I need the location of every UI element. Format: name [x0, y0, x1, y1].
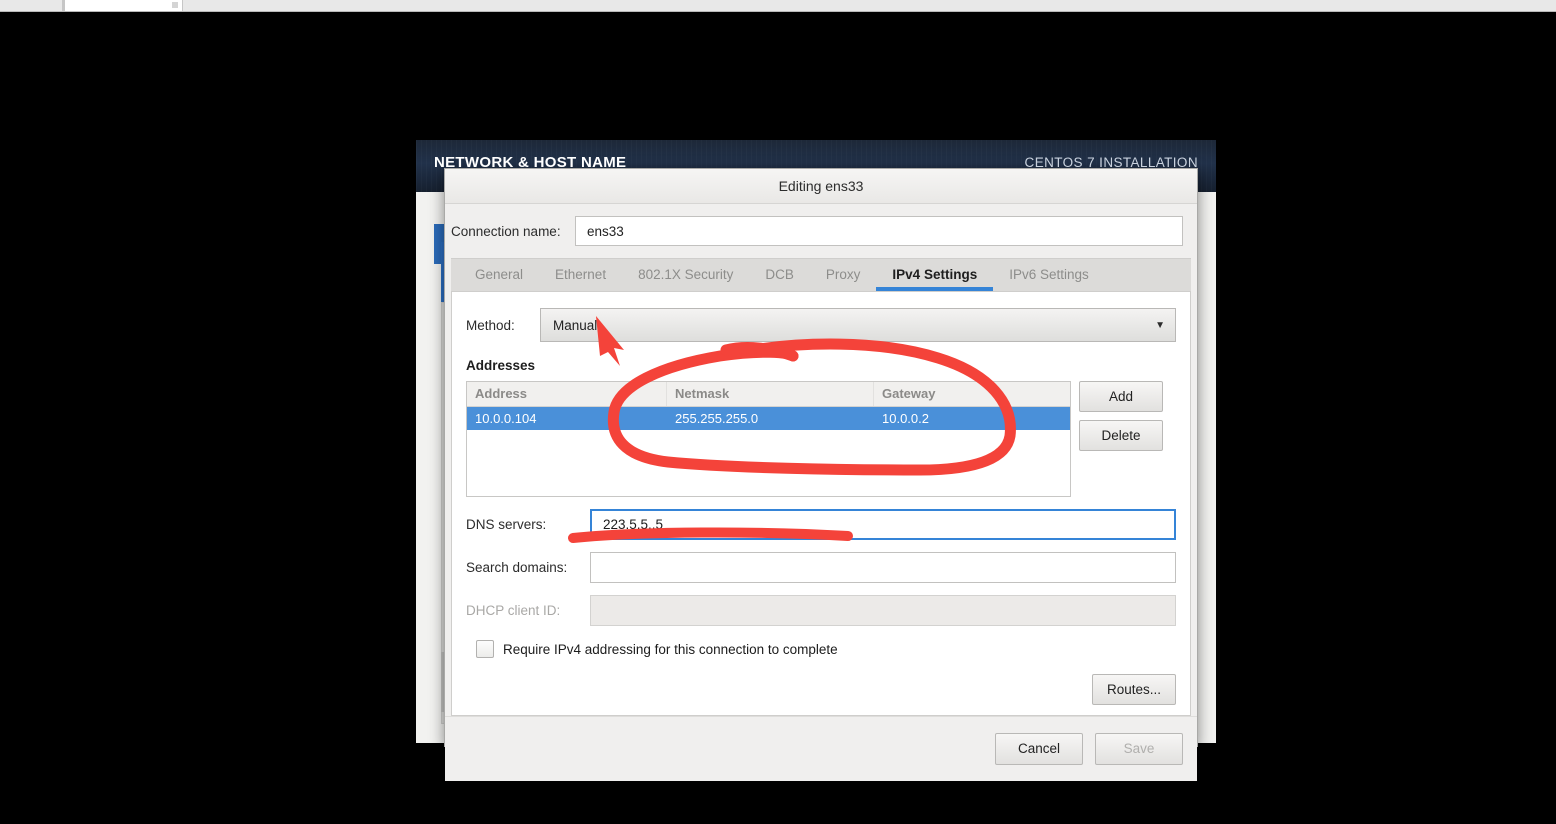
addresses-table[interactable]: Address Netmask Gateway 10.0.0.104 255.2… [466, 381, 1071, 497]
dns-servers-input[interactable]: 223.5.5..5 [590, 509, 1176, 540]
dns-servers-row: DNS servers: 223.5.5..5 [466, 509, 1176, 540]
addresses-area: Address Netmask Gateway 10.0.0.104 255.2… [466, 381, 1176, 497]
dialog-footer: Cancel Save [445, 716, 1197, 781]
search-domains-label: Search domains: [466, 560, 568, 575]
addresses-buttons: Add Delete [1079, 381, 1163, 451]
screen-root: NETWORK & HOST NAME CENTOS 7 INSTALLATIO… [0, 0, 1556, 824]
method-combobox[interactable]: Manual ▼ [540, 308, 1176, 342]
delete-address-button[interactable]: Delete [1079, 420, 1163, 451]
cell-gateway: 10.0.0.2 [882, 411, 929, 426]
column-header-netmask[interactable]: Netmask [667, 382, 874, 406]
tab-ipv4-settings[interactable]: IPv4 Settings [876, 258, 993, 291]
method-row: Method: Manual ▼ [466, 308, 1176, 342]
tab-dcb[interactable]: DCB [749, 258, 810, 291]
page-title: NETWORK & HOST NAME [434, 154, 627, 171]
column-header-gateway[interactable]: Gateway [874, 382, 1070, 406]
require-ipv4-checkbox[interactable] [476, 640, 494, 658]
tab-ipv6-settings[interactable]: IPv6 Settings [993, 258, 1105, 291]
dns-servers-label: DNS servers: [466, 517, 547, 532]
add-address-button[interactable]: Add [1079, 381, 1163, 412]
search-domains-row: Search domains: [466, 552, 1176, 583]
product-banner: CENTOS 7 INSTALLATION [1024, 155, 1198, 170]
top-strip-tab-indicator-icon [172, 2, 178, 8]
dialog-titlebar: Editing ens33 [445, 169, 1197, 204]
top-window-strip [0, 0, 1556, 12]
connection-name-input[interactable]: ens33 [575, 216, 1183, 246]
cell-address: 10.0.0.104 [475, 411, 537, 426]
chevron-down-icon: ▼ [1155, 319, 1165, 331]
ipv4-settings-panel: Method: Manual ▼ Addresses Address Netma… [451, 292, 1191, 716]
addresses-table-header: Address Netmask Gateway [467, 382, 1070, 407]
table-row[interactable]: 10.0.0.104 255.255.255.0 10.0.0.2 [467, 407, 1070, 430]
method-combo-value: Manual [553, 317, 598, 333]
settings-tabbar: General Ethernet 802.1X Security DCB Pro… [451, 258, 1191, 292]
require-ipv4-label: Require IPv4 addressing for this connect… [503, 641, 838, 657]
method-label: Method: [466, 317, 515, 333]
tab-802-1x-security[interactable]: 802.1X Security [622, 258, 749, 291]
routes-button[interactable]: Routes... [1092, 674, 1176, 705]
cancel-button[interactable]: Cancel [995, 733, 1083, 765]
edit-connection-dialog: Editing ens33 Connection name: ens33 Gen… [444, 168, 1198, 781]
dhcp-client-id-label: DHCP client ID: [466, 603, 561, 618]
require-ipv4-row[interactable]: Require IPv4 addressing for this connect… [466, 640, 1176, 658]
column-header-address[interactable]: Address [467, 382, 667, 406]
connection-name-label: Connection name: [451, 223, 561, 239]
tab-general[interactable]: General [459, 258, 539, 291]
tab-ethernet[interactable]: Ethernet [539, 258, 622, 291]
dhcp-client-id-row: DHCP client ID: [466, 595, 1176, 626]
cell-netmask: 255.255.255.0 [675, 411, 759, 426]
tab-proxy[interactable]: Proxy [810, 258, 877, 291]
dialog-title: Editing ens33 [778, 178, 864, 194]
top-strip-active-tab[interactable] [65, 0, 183, 11]
dhcp-client-id-input [590, 595, 1176, 626]
routes-row: Routes... [466, 674, 1176, 705]
search-domains-input[interactable] [590, 552, 1176, 583]
save-button[interactable]: Save [1095, 733, 1183, 765]
connection-name-row: Connection name: ens33 [445, 204, 1197, 258]
addresses-section-title: Addresses [466, 358, 536, 373]
dialog-content: Connection name: ens33 General Ethernet … [445, 204, 1197, 716]
